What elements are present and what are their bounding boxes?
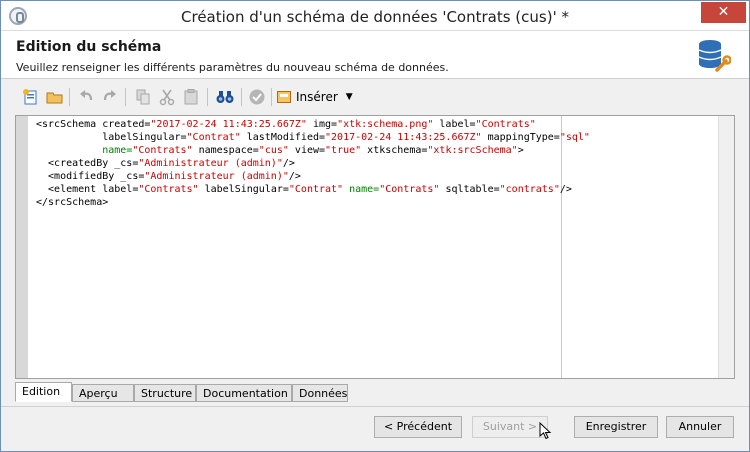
mouse-cursor-icon (539, 422, 552, 440)
redo-icon[interactable] (99, 87, 119, 107)
title-bar: Création d'un schéma de données 'Contrat… (1, 1, 749, 31)
previous-button[interactable]: < Précédent (374, 416, 462, 438)
wizard-header: Edition du schéma Veuillez renseigner le… (1, 31, 749, 79)
find-binoculars-icon[interactable] (215, 87, 235, 107)
page-title: Edition du schéma (16, 39, 162, 55)
save-button[interactable]: Enregistrer (574, 416, 658, 438)
vertical-scrollbar[interactable] (718, 116, 734, 378)
editor-toolbar: Insérer ▼ (15, 83, 735, 111)
insert-dropdown-button[interactable]: Insérer ▼ (277, 87, 353, 107)
copy-icon[interactable] (133, 87, 153, 107)
editor-tabs: Edition Aperçu Structure Documentation D… (15, 382, 735, 402)
validate-icon[interactable] (247, 87, 267, 107)
page-subtitle: Veuillez renseigner les différents param… (16, 61, 449, 74)
tab-apercu[interactable]: Aperçu (72, 384, 134, 402)
next-button[interactable]: Suivant > (472, 416, 548, 438)
tab-documentation[interactable]: Documentation (196, 384, 292, 402)
tab-edition[interactable]: Edition (15, 382, 72, 402)
insert-icon (277, 91, 291, 103)
xml-source[interactable]: <srcSchema created="2017-02-24 11:43:25.… (36, 118, 590, 209)
footer-divider (1, 406, 749, 407)
tab-donnees[interactable]: Données (292, 384, 348, 402)
undo-icon[interactable] (77, 87, 97, 107)
tab-structure[interactable]: Structure (134, 384, 196, 402)
paste-icon[interactable] (181, 87, 201, 107)
open-folder-icon[interactable] (45, 87, 65, 107)
cancel-button[interactable]: Annuler (666, 416, 734, 438)
database-wrench-icon (698, 40, 731, 72)
close-button[interactable]: ✕ (701, 2, 746, 23)
cut-icon[interactable] (157, 87, 177, 107)
chevron-down-icon: ▼ (345, 92, 353, 102)
schema-editor-window: Création d'un schéma de données 'Contrat… (0, 0, 750, 452)
editor-gutter (16, 116, 28, 378)
window-title: Création d'un schéma de données 'Contrat… (181, 8, 569, 26)
new-icon[interactable] (21, 87, 41, 107)
xml-code-editor[interactable]: <srcSchema created="2017-02-24 11:43:25.… (15, 115, 735, 379)
app-icon (9, 7, 27, 25)
insert-label: Insérer (296, 90, 338, 104)
